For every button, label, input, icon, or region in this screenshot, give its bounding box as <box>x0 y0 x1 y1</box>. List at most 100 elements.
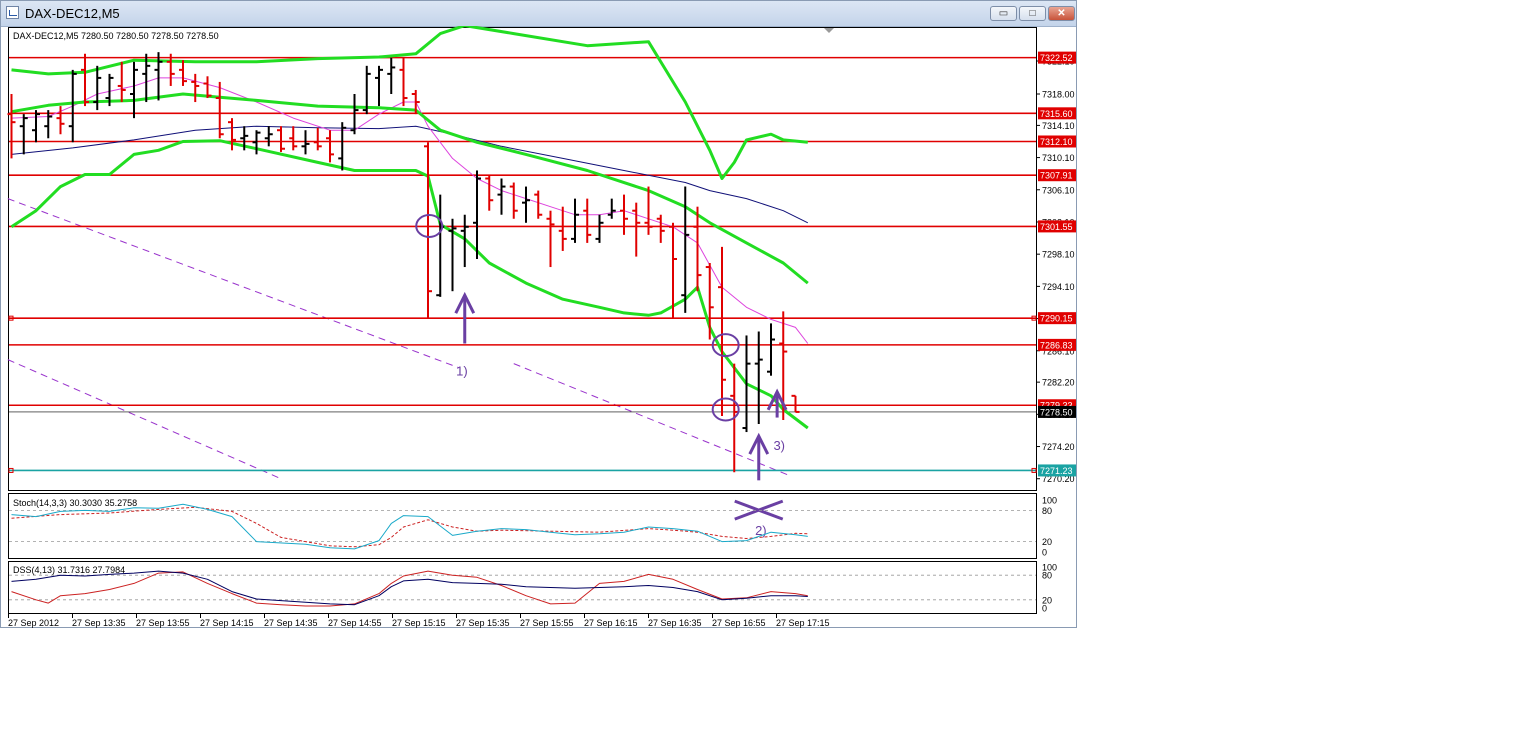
symbol-info-label: DAX-DEC12,M5 7280.50 7280.50 7278.50 727… <box>13 31 219 41</box>
chart-area[interactable]: 1)3)2) 10080200 10080200 7322.107318.007… <box>1 26 1076 628</box>
ohlc-bar[interactable] <box>620 194 628 235</box>
y-axis-tick-label: 7282.20 <box>1042 378 1075 388</box>
ohlc-bar[interactable] <box>228 118 236 151</box>
ohlc-bar[interactable] <box>375 65 383 107</box>
y-axis-tick-label: 7318.00 <box>1042 90 1075 100</box>
level-price-label: 7290.15 <box>1040 314 1073 324</box>
ohlc-bar[interactable] <box>595 214 604 243</box>
window-title: DAX-DEC12,M5 <box>25 6 120 21</box>
level-price-label: 7322.52 <box>1040 53 1073 63</box>
stoch-main-line <box>11 503 808 550</box>
stoch-axis-label: 0 <box>1042 548 1047 558</box>
stoch-indicator-label: Stoch(14,3,3) 30.3030 35.2758 <box>13 498 137 508</box>
ohlc-bar[interactable] <box>68 69 77 143</box>
ohlc-bar[interactable] <box>32 110 40 143</box>
up-arrow-annotation <box>454 291 476 344</box>
level-price-label: 7301.55 <box>1040 222 1073 232</box>
ohlc-bar[interactable] <box>130 61 138 119</box>
ohlc-bar[interactable] <box>424 142 432 318</box>
fast-ma-line <box>11 77 809 344</box>
ohlc-bar[interactable] <box>179 60 187 86</box>
ohlc-bar[interactable] <box>497 178 506 215</box>
stoch-axis-label: 100 <box>1042 496 1057 506</box>
ohlc-bar[interactable] <box>399 57 408 107</box>
ohlc-bar[interactable] <box>387 57 396 94</box>
ohlc-bar[interactable] <box>264 126 273 147</box>
y-axis-tick-label: 7314.10 <box>1042 121 1075 131</box>
ohlc-bar[interactable] <box>215 81 224 139</box>
x-axis-tick-label: 27 Sep 14:15 <box>200 618 254 628</box>
y-axis-tick-label: 7298.10 <box>1042 250 1075 260</box>
ohlc-bar[interactable] <box>509 182 518 219</box>
chart-window-icon <box>6 6 19 19</box>
stoch-axis-label: 80 <box>1042 506 1052 516</box>
x-axis-tick-label: 27 Sep 15:15 <box>392 618 446 628</box>
ohlc-bar[interactable] <box>44 110 53 139</box>
ohlc-bar[interactable] <box>644 186 653 235</box>
ohlc-bar[interactable] <box>607 198 616 219</box>
y-axis-tick-label: 7310.10 <box>1042 153 1075 163</box>
chart-shift-marker[interactable] <box>824 28 834 33</box>
x-axis-tick-label: 27 Sep 16:15 <box>584 618 638 628</box>
x-axis-tick-label: 27 Sep 13:35 <box>72 618 126 628</box>
ohlc-bar[interactable] <box>534 190 543 219</box>
x-axis-tick-label: 27 Sep 17:15 <box>776 618 830 628</box>
channel-line <box>7 198 459 369</box>
ohlc-bar[interactable] <box>656 214 665 243</box>
y-axis-tick-label: 7274.20 <box>1042 442 1075 452</box>
ohlc-bar[interactable] <box>338 122 347 171</box>
channel-line <box>7 359 282 480</box>
level-price-label: 7312.10 <box>1040 137 1073 147</box>
ohlc-bar[interactable] <box>485 174 494 211</box>
maximize-button[interactable]: □ <box>1019 6 1046 21</box>
ohlc-bar[interactable] <box>19 114 28 155</box>
stoch-axis-label: 20 <box>1042 537 1052 547</box>
wave-label-annotation: 3) <box>773 438 785 453</box>
level-price-label: 7278.50 <box>1040 407 1073 417</box>
ohlc-bar[interactable] <box>166 53 175 86</box>
ohlc-bar[interactable] <box>705 263 714 340</box>
x-axis-tick-label: 27 Sep 13:55 <box>136 618 190 628</box>
channel-line <box>513 363 790 476</box>
ohlc-bar[interactable] <box>313 127 322 151</box>
ohlc-bar[interactable] <box>767 323 775 376</box>
x-axis-tick-label: 27 Sep 15:55 <box>520 618 574 628</box>
ohlc-bar[interactable] <box>117 61 126 103</box>
ohlc-bar[interactable] <box>583 198 592 243</box>
bollinger-middle-band <box>11 92 809 285</box>
ohlc-bar[interactable] <box>718 246 726 416</box>
y-axis-tick-label: 7306.10 <box>1042 185 1075 195</box>
ohlc-bar[interactable] <box>571 198 579 243</box>
level-price-label: 7307.91 <box>1040 171 1073 181</box>
x-axis-tick-label: 27 Sep 16:35 <box>648 618 702 628</box>
dss-axis-label: 0 <box>1042 604 1047 614</box>
ohlc-bar[interactable] <box>558 206 567 251</box>
ohlc-bar[interactable] <box>289 126 298 151</box>
ohlc-bar[interactable] <box>473 170 481 259</box>
minimize-button[interactable]: ▭ <box>990 6 1017 21</box>
ohlc-bar[interactable] <box>191 73 200 103</box>
close-button[interactable]: ✕ <box>1048 6 1075 21</box>
ohlc-bar[interactable] <box>277 126 285 152</box>
ohlc-bar[interactable] <box>326 130 334 163</box>
level-price-label: 7286.83 <box>1040 340 1073 350</box>
x-axis-tick-label: 27 Sep 15:35 <box>456 618 510 628</box>
level-price-label: 7315.60 <box>1040 109 1073 119</box>
ohlc-bar[interactable] <box>93 65 102 111</box>
ohlc-bar[interactable] <box>522 186 530 223</box>
x-axis-tick-label: 27 Sep 14:55 <box>328 618 382 628</box>
up-arrow-annotation <box>748 432 770 481</box>
ohlc-bar[interactable] <box>301 130 310 155</box>
dss-axis-label: 80 <box>1042 571 1052 581</box>
x-axis-tick-label: 27 Sep 14:35 <box>264 618 318 628</box>
level-price-label: 7271.23 <box>1040 466 1073 476</box>
wave-label-annotation: 1) <box>456 364 468 379</box>
x-axis-tick-label: 27 Sep 2012 <box>8 618 59 628</box>
dss-signal-line <box>11 570 808 607</box>
stoch-panel-frame <box>8 493 1037 559</box>
ohlc-bar[interactable] <box>632 202 641 257</box>
title-bar[interactable]: DAX-DEC12,M5 ▭ □ ✕ <box>1 1 1076 27</box>
ohlc-bar[interactable] <box>791 394 800 413</box>
x-axis-tick-label: 27 Sep 16:55 <box>712 618 766 628</box>
ohlc-bar[interactable] <box>546 210 555 268</box>
